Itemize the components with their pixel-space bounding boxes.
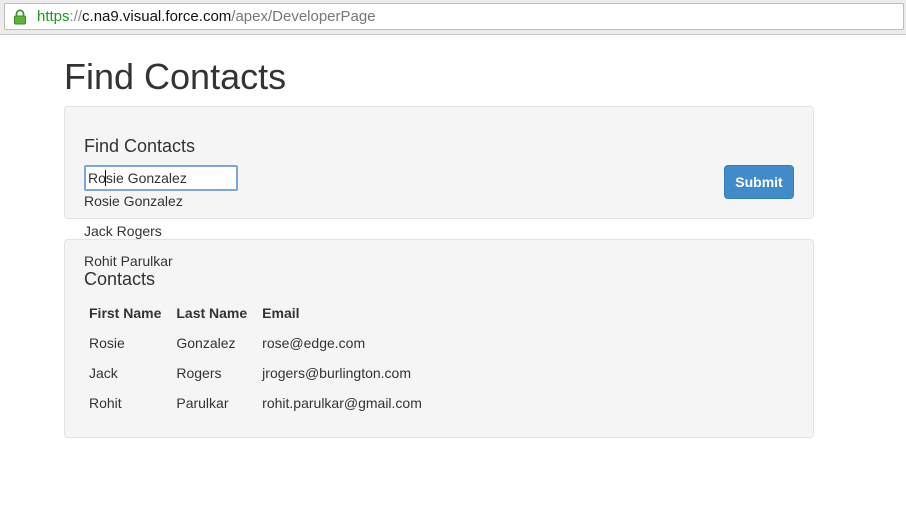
- browser-toolbar: https://c.na9.visual.force.com/apex/Deve…: [0, 0, 906, 35]
- cell-email: rose@edge.com: [262, 335, 366, 351]
- lock-icon: [14, 9, 26, 25]
- submit-button[interactable]: Submit: [724, 165, 794, 199]
- cell-last-name: Parulkar: [176, 395, 229, 411]
- table-row: Jack Rogers jrogers@burlington.com: [84, 358, 432, 388]
- suggestion-item[interactable]: Rosie Gonzalez: [84, 193, 284, 223]
- column-header-last-name: Last Name: [176, 305, 248, 321]
- cell-first-name: Jack: [89, 365, 118, 381]
- contacts-table: First Name Last Name Email Rosie Gonzale…: [84, 298, 432, 418]
- suggestion-item[interactable]: Rohit Parulkar: [84, 253, 284, 283]
- cell-first-name: Rohit: [89, 395, 122, 411]
- column-header-email: Email: [262, 305, 300, 321]
- url-scheme: https: [37, 8, 70, 25]
- cell-first-name: Rosie: [89, 335, 125, 351]
- table-row: Rohit Parulkar rohit.parulkar@gmail.com: [84, 388, 432, 418]
- url-host: c.na9.visual.force.com: [82, 8, 232, 25]
- column-header-first-name: First Name: [89, 305, 162, 321]
- cell-last-name: Rogers: [176, 365, 222, 381]
- table-header-row: First Name Last Name Email: [84, 298, 432, 328]
- url-separator: ://: [69, 8, 83, 25]
- cell-last-name: Gonzalez: [176, 335, 236, 351]
- address-bar[interactable]: https://c.na9.visual.force.com/apex/Deve…: [4, 3, 904, 30]
- url-text: https://c.na9.visual.force.com/apex/Deve…: [37, 8, 376, 26]
- text-caret: [105, 170, 106, 186]
- cell-email: rohit.parulkar@gmail.com: [262, 395, 422, 411]
- cell-email: jrogers@burlington.com: [262, 365, 412, 381]
- find-contacts-heading: Find Contacts: [84, 136, 196, 156]
- page-title: Find Contacts: [64, 56, 287, 97]
- contact-search-input[interactable]: [84, 165, 238, 191]
- url-path: /apex/DeveloperPage: [231, 8, 376, 25]
- autocomplete-suggestions: Rosie Gonzalez Jack Rogers Rohit Parulka…: [84, 193, 284, 283]
- table-row: Rosie Gonzalez rose@edge.com: [84, 328, 432, 358]
- suggestion-item[interactable]: Jack Rogers: [84, 223, 284, 253]
